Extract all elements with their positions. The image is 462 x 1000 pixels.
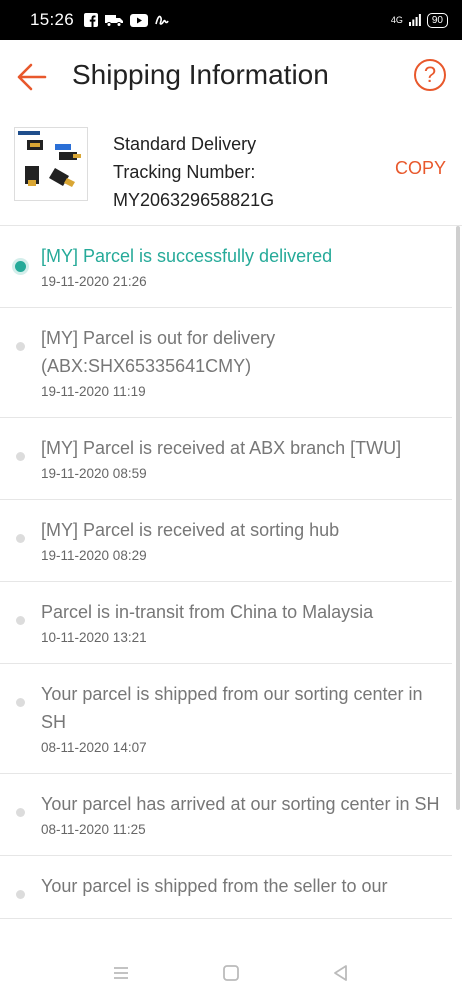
- event-time: 19-11-2020 21:26: [41, 274, 147, 289]
- timeline-event: Parcel is in-transit from China to Malay…: [0, 582, 452, 664]
- back-triangle-icon[interactable]: [330, 962, 352, 984]
- event-description: Your parcel has arrived at our sorting c…: [41, 794, 440, 814]
- timeline-event: Your parcel is shipped from the seller t…: [0, 856, 452, 919]
- timeline-event: Your parcel has arrived at our sorting c…: [0, 774, 452, 856]
- tracking-label: Tracking Number:: [113, 162, 256, 182]
- event-description: Your parcel is shipped from our sorting …: [41, 684, 423, 732]
- menu-icon[interactable]: [110, 962, 132, 984]
- signal-icon: [408, 14, 421, 26]
- product-thumbnail: [14, 127, 88, 201]
- page-title: Shipping Information: [72, 59, 329, 90]
- event-time: 19-11-2020 08:59: [41, 466, 147, 481]
- status-dot: [16, 698, 25, 707]
- event-description: [MY] Parcel is received at sorting hub: [41, 520, 340, 540]
- delivery-info: Standard Delivery Tracking Number: MY206…: [113, 130, 274, 214]
- event-description: Parcel is in-transit from China to Malay…: [41, 602, 374, 622]
- youtube-icon: [130, 13, 149, 27]
- tracking-timeline: [MY] Parcel is successfully delivered 19…: [0, 226, 452, 919]
- event-time: 08-11-2020 11:25: [41, 822, 146, 837]
- status-dot: [16, 890, 25, 899]
- battery-level: 90: [426, 12, 448, 28]
- timeline-event: [MY] Parcel is received at ABX branch [T…: [0, 418, 452, 500]
- status-dot: [16, 452, 25, 461]
- facebook-icon: [84, 13, 99, 27]
- event-time: 10-11-2020 13:21: [41, 630, 147, 645]
- timeline-event: [MY] Parcel is out for delivery (ABX:SHX…: [0, 308, 452, 418]
- delivery-truck-icon: [105, 14, 124, 27]
- active-status-dot: [15, 261, 26, 272]
- event-description: Your parcel is shipped from the seller t…: [41, 876, 388, 896]
- delivery-method: Standard Delivery: [113, 134, 257, 154]
- copy-button[interactable]: COPY: [395, 158, 446, 179]
- timeline-event: [MY] Parcel is successfully delivered 19…: [0, 226, 452, 308]
- status-bar: 15:26 4G 90: [0, 0, 462, 40]
- event-description: [MY] Parcel is out for delivery (ABX:SHX…: [41, 328, 276, 376]
- event-time: 08-11-2020 14:07: [41, 740, 147, 755]
- status-dot: [16, 534, 25, 543]
- timeline-event: Your parcel is shipped from our sorting …: [0, 664, 452, 774]
- status-time: 15:26: [30, 10, 75, 29]
- event-time: 19-11-2020 08:29: [41, 548, 147, 563]
- tracking-number: MY206329658821G: [113, 190, 275, 210]
- notification-icons: [84, 13, 169, 27]
- network-type: 4G: [390, 14, 403, 25]
- status-dot: [16, 808, 25, 817]
- event-time: 19-11-2020 11:19: [41, 384, 146, 399]
- event-description: [MY] Parcel is successfully delivered: [41, 246, 333, 266]
- back-arrow-icon[interactable]: [14, 60, 48, 94]
- help-icon[interactable]: ?: [414, 59, 446, 91]
- system-navigation-bar: [0, 948, 462, 1000]
- app-header: Shipping Information ?: [0, 40, 462, 116]
- system-status: 4G 90: [390, 12, 448, 28]
- timeline-event: [MY] Parcel is received at sorting hub 1…: [0, 500, 452, 582]
- shipment-summary: Standard Delivery Tracking Number: MY206…: [0, 116, 462, 226]
- event-description: [MY] Parcel is received at ABX branch [T…: [41, 438, 402, 458]
- status-dot: [16, 616, 25, 625]
- status-dot: [16, 342, 25, 351]
- home-icon[interactable]: [220, 962, 242, 984]
- scrollbar[interactable]: [456, 226, 460, 810]
- signature-app-icon: [155, 15, 169, 25]
